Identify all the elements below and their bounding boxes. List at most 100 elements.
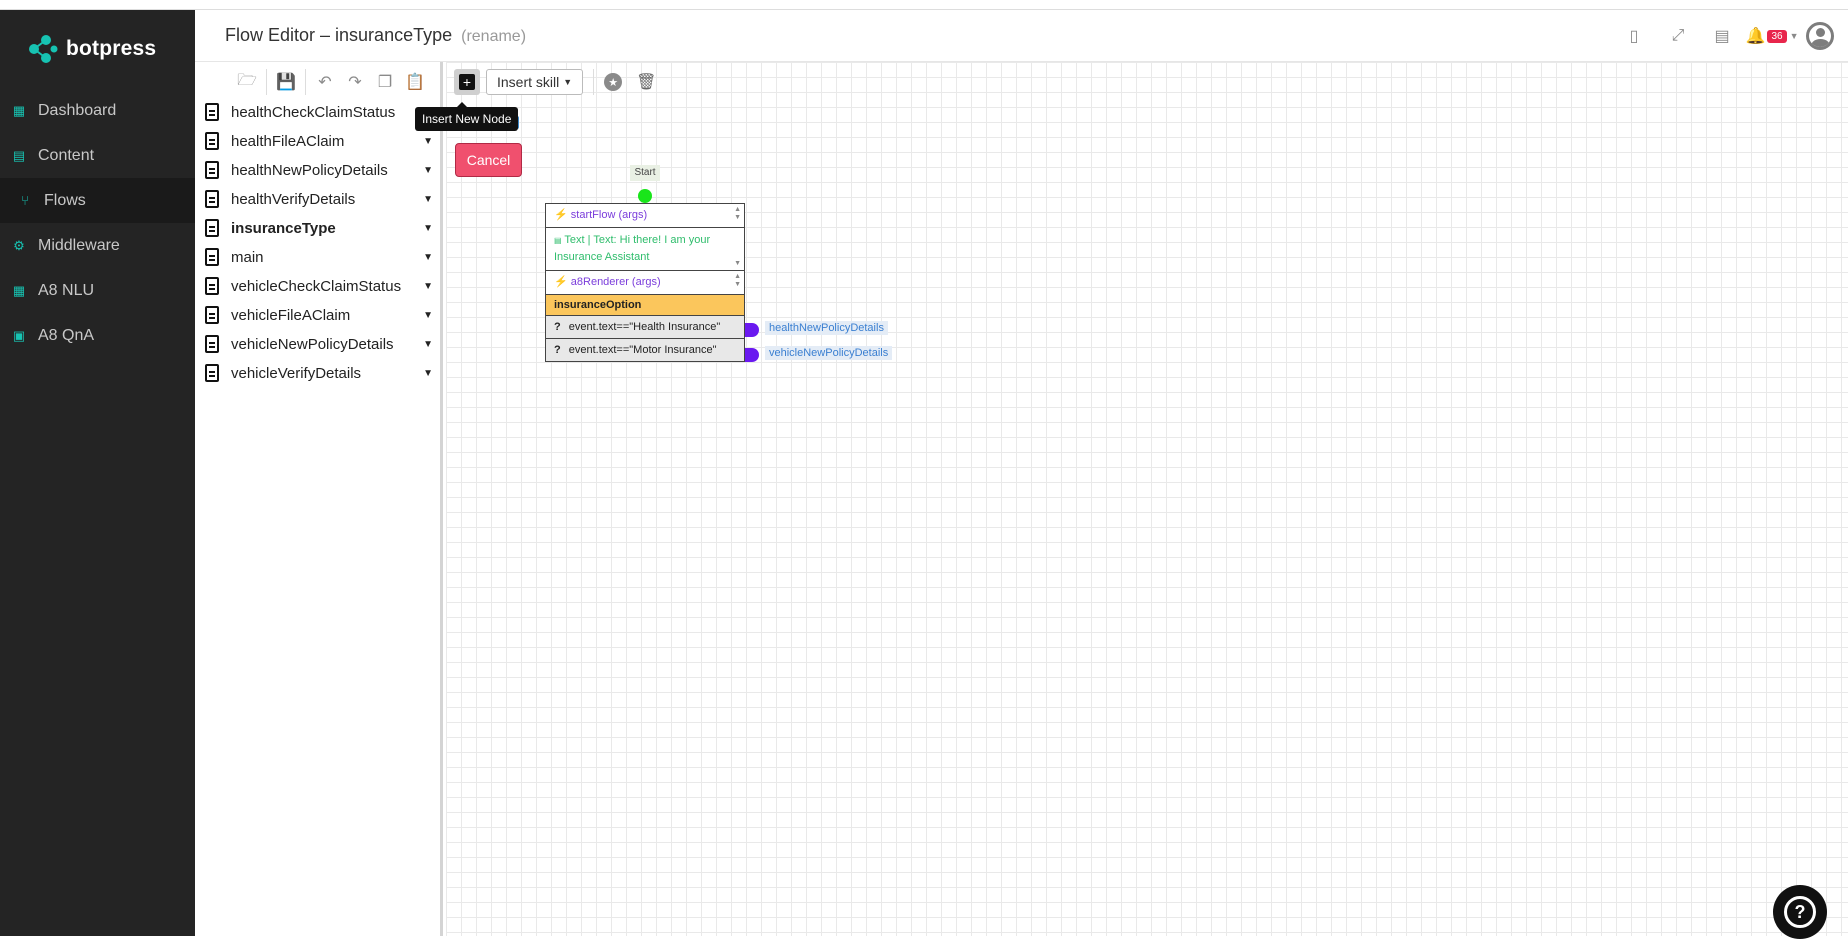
divider — [593, 69, 595, 95]
flow-item[interactable]: main ▼ — [205, 245, 433, 269]
caret-down-icon[interactable]: ▼ — [423, 165, 433, 176]
avatar[interactable] — [1806, 22, 1834, 50]
flow-name: healthVerifyDetails — [231, 190, 356, 208]
flow-item[interactable]: vehicleNewPolicyDetails ▼ — [205, 332, 433, 356]
flow-name: vehicleVerifyDetails — [231, 364, 362, 382]
caret-down-icon[interactable]: ▼ — [423, 368, 433, 379]
output-port[interactable] — [745, 348, 759, 362]
scroll-arrows-icon[interactable]: ▲ ▼ — [734, 273, 741, 289]
flow-item[interactable]: healthNewPolicyDetails ▼ — [205, 158, 433, 182]
trash-icon[interactable]: 🗑 — [636, 72, 656, 92]
top-bar — [0, 0, 1848, 10]
header: Flow Editor – insuranceType (rename) ▯ ⤢… — [195, 10, 1848, 62]
caret-down-icon[interactable]: ▼ — [423, 223, 433, 234]
condition-row[interactable]: ? event.text=="Motor Insurance" — [546, 339, 744, 361]
flow-canvas[interactable]: + Insert skill ▼ ★ 🗑 — [446, 62, 1848, 936]
condition-text: event.text=="Motor Insurance" — [568, 344, 717, 356]
flow-name: insuranceType — [231, 219, 336, 237]
caret-down-icon[interactable]: ▼ — [423, 136, 433, 147]
content-icon: ▤ — [12, 147, 26, 163]
insert-node-button[interactable]: + — [454, 69, 480, 95]
caret-down-icon[interactable]: ▼ — [423, 252, 433, 263]
flow-name: main — [231, 248, 264, 266]
caret-down-icon[interactable]: ▼ — [423, 194, 433, 205]
save-icon[interactable]: 💾 — [271, 67, 301, 97]
sidebar-item-flows[interactable]: ⑂ Flows — [0, 178, 195, 223]
chevron-down-icon: ▼ — [1789, 31, 1799, 41]
flow-item[interactable]: healthFileAClaim ▼ — [205, 129, 433, 153]
flow-item[interactable]: vehicleFileAClaim ▼ — [205, 303, 433, 327]
redo-icon[interactable]: ↷ — [340, 67, 370, 97]
rename-link[interactable]: (rename) — [461, 28, 526, 45]
chevron-down-icon: ▼ — [563, 77, 573, 87]
node-name: insuranceOption — [546, 295, 744, 316]
flow-item[interactable]: healthVerifyDetails ▼ — [205, 187, 433, 211]
lightning-icon: ⚡ — [554, 209, 568, 221]
sidebar-item-label: A8 NLU — [38, 281, 95, 299]
botpress-logo-icon — [29, 35, 58, 63]
chat-icon[interactable]: ▯ — [1612, 16, 1656, 56]
flow-item[interactable]: vehicleVerifyDetails ▼ — [205, 361, 433, 385]
sidebar-item-middleware[interactable]: ⚙ Middleware — [0, 223, 195, 268]
transition-target[interactable]: healthNewPolicyDetails — [765, 321, 888, 335]
sidebar-item-label: Dashboard — [38, 101, 117, 119]
sidebar-item-label: A8 QnA — [38, 326, 95, 344]
page-title: Flow Editor – insuranceType (rename) — [225, 25, 526, 46]
scroll-arrows-icon[interactable]: ▼ — [734, 260, 741, 268]
action-text: startFlow (args) — [570, 209, 648, 221]
transition-target[interactable]: vehicleNewPolicyDetails — [765, 346, 893, 360]
caret-down-icon[interactable]: ▼ — [423, 281, 433, 292]
condition-text: event.text=="Health Insurance" — [568, 321, 721, 333]
new-flow-folder-icon[interactable]: 🗁 — [232, 67, 262, 97]
document-icon — [205, 103, 219, 121]
copy-icon[interactable]: ❐ — [370, 67, 400, 97]
flow-item[interactable]: vehicleCheckClaimStatus ▼ — [205, 274, 433, 298]
help-icon: ? — [1784, 896, 1816, 928]
undo-icon[interactable]: ↶ — [310, 67, 340, 97]
lightning-icon: ⚡ — [554, 276, 568, 288]
fullscreen-icon[interactable]: ⤢ — [1656, 16, 1700, 56]
flow-name: healthCheckClaimStatus — [231, 103, 396, 121]
bell-icon: 🔔 — [1745, 28, 1766, 45]
sidebar-item-content[interactable]: ▤ Content — [0, 133, 195, 178]
on-enter-action[interactable]: ⚡ a8Renderer (args) ▲ ▼ — [546, 271, 744, 295]
flow-name: vehicleFileAClaim — [231, 306, 351, 324]
sidebar-item-a8-qna[interactable]: ▣ A8 QnA — [0, 313, 195, 358]
dashboard-icon: ▦ — [12, 102, 26, 118]
page-title-text: Flow Editor – insuranceType — [225, 25, 453, 45]
notifications-button[interactable]: 🔔 36 ▼ — [1744, 16, 1800, 56]
star-icon[interactable]: ★ — [604, 73, 623, 91]
start-label: Start — [630, 165, 660, 181]
on-enter-say[interactable]: ▤ Text | Text: Hi there! I am your Insur… — [546, 228, 744, 271]
flow-item[interactable]: insuranceType ▼ — [205, 216, 433, 240]
divider — [266, 69, 267, 95]
question-icon: ? — [554, 344, 561, 356]
insert-skill-dropdown[interactable]: Insert skill ▼ — [486, 69, 584, 95]
paste-icon[interactable]: 📋 — [400, 67, 430, 97]
message-icon: ▤ — [554, 236, 562, 245]
logo[interactable]: botpress — [0, 10, 195, 88]
flow-node[interactable]: ⚡ startFlow (args) ▲ ▼ ▤ Text | Text: Hi … — [545, 203, 745, 362]
document-icon — [205, 335, 219, 353]
on-enter-action[interactable]: ⚡ startFlow (args) ▲ ▼ — [546, 204, 744, 228]
sidebar: botpress ▦ Dashboard ▤ Content ⑂ Flows ⚙ Middle… — [0, 10, 195, 936]
sidebar-item-dashboard[interactable]: ▦ Dashboard — [0, 88, 195, 133]
flow-name: healthFileAClaim — [231, 132, 345, 150]
question-icon: ? — [554, 321, 561, 333]
condition-row[interactable]: ? event.text=="Health Insurance" — [546, 316, 744, 339]
sidebar-item-a8-nlu[interactable]: ▦ A8 NLU — [0, 268, 195, 313]
caret-down-icon[interactable]: ▼ — [423, 339, 433, 350]
flow-item[interactable]: healthCheckClaimStatus — [205, 100, 433, 124]
plus-icon: + — [459, 74, 475, 90]
cancel-button[interactable]: Cancel — [455, 143, 522, 177]
caret-down-icon[interactable]: ▼ — [423, 310, 433, 321]
output-port[interactable] — [745, 323, 759, 337]
logs-icon[interactable]: ▤ — [1700, 16, 1744, 56]
help-button[interactable]: ? — [1773, 885, 1827, 939]
action-text: a8Renderer (args) — [570, 276, 661, 288]
document-icon — [205, 364, 219, 382]
gear-icon: ⚙ — [13, 237, 25, 253]
start-port[interactable] — [638, 189, 652, 203]
scroll-arrows-icon[interactable]: ▲ ▼ — [734, 206, 741, 222]
flow-list-panel: 🗁 💾 ↶ ↷ ❐ 📋 healthCheckClaimStatus health… — [195, 62, 443, 936]
